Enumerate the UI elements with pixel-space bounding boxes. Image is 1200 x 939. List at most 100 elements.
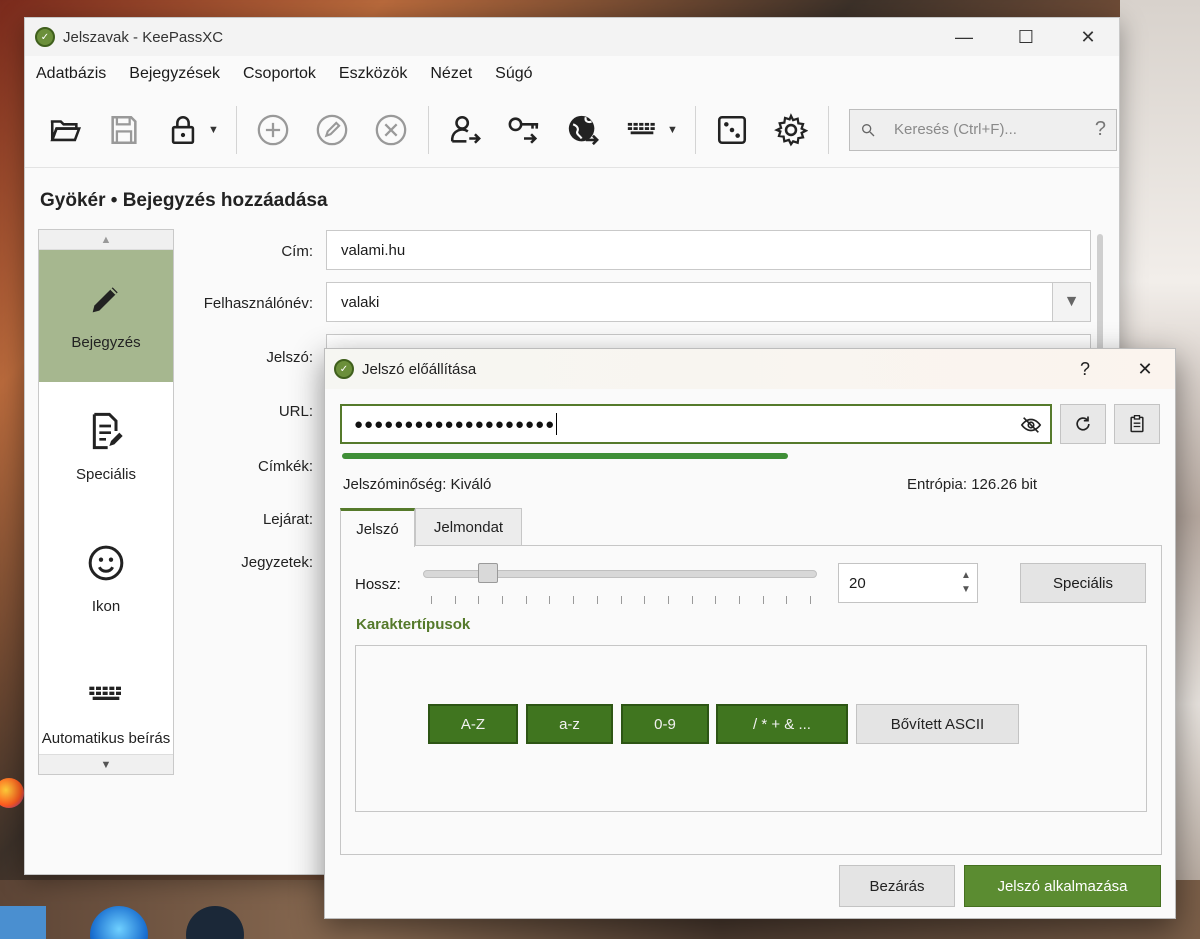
delete-entry-button[interactable] [369, 108, 413, 152]
spin-up-arrow[interactable]: ▲ [961, 569, 971, 583]
toolbar-separator [695, 105, 696, 154]
keyboard-icon [627, 122, 655, 134]
lowercase-toggle[interactable]: a-z [526, 704, 613, 744]
entropy-label: Entrópia: 126.26 bit [907, 476, 1038, 493]
search-input[interactable]: Keresés (Ctrl+F)... ? [849, 108, 1117, 151]
category-list: ▲ Bejegyzés Speciális Ikon Automatikus b… [38, 229, 174, 775]
firefox-desktop-icon[interactable] [0, 778, 24, 808]
desktop-app-icon[interactable] [0, 906, 46, 939]
apply-password-button[interactable]: Jelszó alkalmazása [964, 865, 1161, 907]
password-quality-label: Jelszóminőség: Kiváló [343, 476, 492, 493]
password-generator-button[interactable] [710, 108, 754, 152]
username-dropdown-button[interactable]: ▼ [1052, 283, 1090, 321]
lock-database-button[interactable] [161, 108, 205, 152]
save-database-button[interactable] [102, 108, 146, 152]
character-types-title: Karaktertípusok [356, 616, 471, 633]
breadcrumb: Gyökér • Bejegyzés hozzáadása [40, 190, 328, 211]
key-arrow-icon [508, 116, 539, 144]
menu-database[interactable]: Adatbázis [36, 65, 106, 83]
clipboard-icon [1130, 415, 1144, 433]
category-label: Automatikus beírás [41, 730, 171, 747]
length-slider-handle[interactable] [478, 563, 498, 583]
menu-entries[interactable]: Bejegyzések [129, 65, 220, 83]
refresh-icon [1076, 416, 1090, 431]
open-database-button[interactable] [43, 108, 87, 152]
copy-url-button[interactable] [561, 108, 605, 152]
search-icon [862, 123, 875, 136]
text-caret [556, 413, 558, 435]
tab-passphrase[interactable]: Jelmondat [415, 508, 522, 546]
generated-password-input[interactable]: ●●●●●●●●●●●●●●●●●●●● [340, 404, 1052, 444]
title-value: valami.hu [341, 241, 406, 259]
menu-groups[interactable]: Csoportok [243, 65, 316, 83]
category-label: Ikon [91, 598, 121, 615]
gear-icon [774, 112, 808, 146]
window-title: Jelszavak - KeePassXC [63, 28, 224, 46]
autotype-button[interactable] [620, 108, 664, 152]
close-button[interactable]: Bezárás [839, 865, 955, 907]
search-placeholder: Keresés (Ctrl+F)... [894, 121, 1017, 138]
category-label: Speciális [75, 466, 137, 483]
character-types-box: A-Z a-z 0-9 / * + & ... Bővített ASCII [355, 645, 1147, 812]
title-input[interactable]: valami.hu [326, 230, 1091, 270]
toolbar-separator [236, 105, 237, 154]
length-spinbox[interactable]: 20 ▲ ▼ [838, 563, 978, 603]
copy-to-clipboard-button[interactable] [1114, 404, 1160, 444]
toolbar-separator [828, 105, 829, 154]
password-strength-bar [342, 453, 788, 459]
autotype-dropdown-arrow[interactable]: ▼ [667, 124, 681, 136]
menu-view[interactable]: Nézet [430, 65, 472, 83]
digits-toggle[interactable]: 0-9 [621, 704, 709, 744]
advanced-options-button[interactable]: Speciális [1020, 563, 1146, 603]
toolbar-separator [428, 105, 429, 154]
tags-label: Címkék: [257, 458, 313, 475]
toolbar: ▼ ▼ Keresés (Ctrl+F)... ? [25, 92, 1119, 168]
tab-password[interactable]: Jelszó [340, 508, 415, 547]
username-input[interactable]: valaki ▼ [326, 282, 1091, 322]
scroll-down-arrow[interactable]: ▼ [39, 754, 173, 774]
maximize-button[interactable]: ☐ [995, 18, 1057, 56]
category-entry[interactable]: Bejegyzés [39, 250, 173, 382]
edit-entry-button[interactable] [310, 108, 354, 152]
slider-ticks [431, 596, 811, 604]
spin-down-arrow[interactable]: ▼ [961, 583, 971, 597]
url-label: URL: [278, 403, 313, 420]
password-generator-dialog: ✓ Jelszó előállítása ? ✕ ●●●●●●●●●●●●●●●… [324, 348, 1176, 919]
username-label: Felhasználónév: [203, 295, 313, 312]
copy-password-button[interactable] [502, 108, 546, 152]
add-entry-button[interactable] [251, 108, 295, 152]
password-masked-value: ●●●●●●●●●●●●●●●●●●●● [354, 415, 556, 433]
scroll-up-arrow[interactable]: ▲ [39, 230, 173, 250]
category-label: Bejegyzés [71, 334, 141, 351]
search-help-icon[interactable]: ? [1095, 118, 1106, 141]
x-circle-icon [375, 114, 407, 145]
lock-icon [171, 115, 195, 144]
user-arrow-icon [450, 115, 481, 144]
notes-label: Jegyzetek: [241, 554, 313, 571]
keepassxc-logo-icon: ✓ [334, 359, 354, 379]
dialog-help-button[interactable]: ? [1055, 359, 1115, 380]
close-window-button[interactable]: ✕ [1057, 18, 1119, 56]
category-advanced[interactable]: Speciális [39, 382, 173, 514]
lock-dropdown-arrow[interactable]: ▼ [208, 124, 222, 136]
regenerate-button[interactable] [1060, 404, 1106, 444]
eye-off-icon[interactable] [1020, 414, 1042, 436]
extended-ascii-toggle[interactable]: Bővített ASCII [856, 704, 1019, 744]
globe-arrow-icon [568, 115, 599, 145]
special-chars-toggle[interactable]: / * + & ... [716, 704, 848, 744]
password-tab-pane: Hossz: 20 ▲ ▼ Speciális Karaktertípusok … [340, 545, 1162, 855]
menu-help[interactable]: Súgó [495, 65, 532, 83]
uppercase-toggle[interactable]: A-Z [428, 704, 518, 744]
dialog-close-button[interactable]: ✕ [1115, 359, 1175, 380]
settings-button[interactable] [769, 108, 813, 152]
keepassxc-logo-icon: ✓ [35, 27, 55, 47]
copy-username-button[interactable] [443, 108, 487, 152]
length-label: Hossz: [355, 576, 401, 593]
minimize-button[interactable]: — [933, 18, 995, 56]
dice-icon [717, 115, 747, 144]
length-value: 20 [849, 574, 866, 592]
category-icon[interactable]: Ikon [39, 514, 173, 646]
form-scrollbar[interactable] [1097, 234, 1103, 354]
menu-tools[interactable]: Eszközök [339, 65, 407, 83]
username-value: valaki [341, 293, 380, 311]
